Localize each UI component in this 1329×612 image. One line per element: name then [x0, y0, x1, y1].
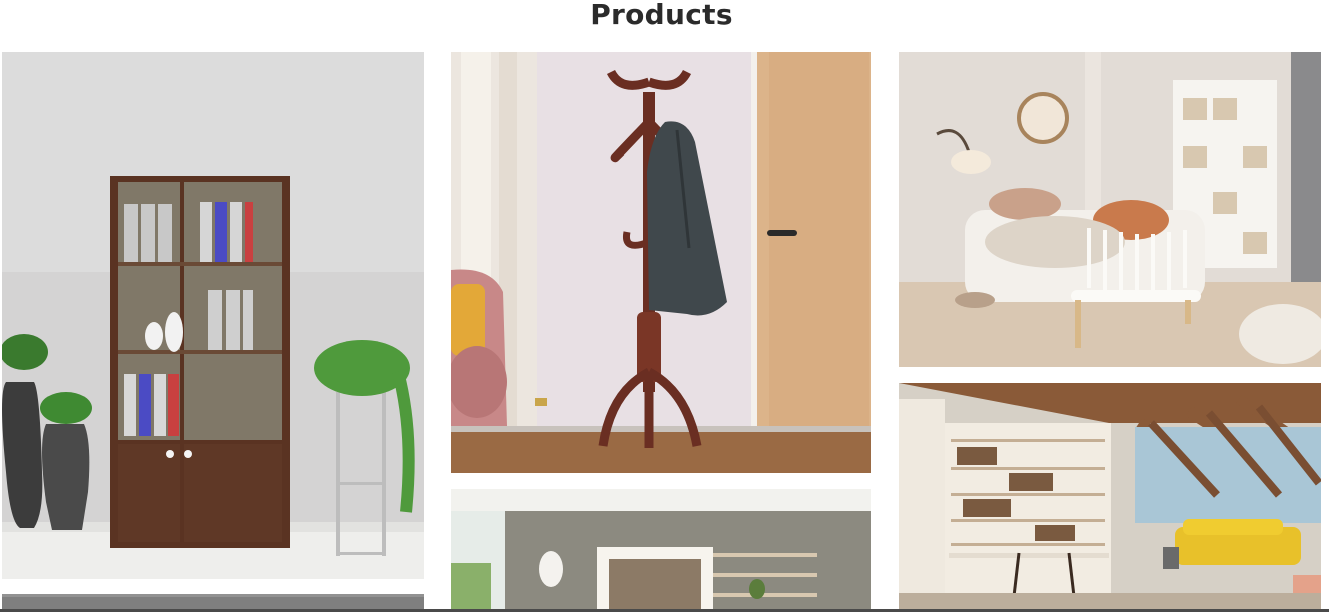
product-card-cabinet[interactable] — [2, 52, 424, 579]
product-card-coat-rack[interactable] — [451, 52, 871, 473]
product-card-study-room[interactable] — [451, 489, 871, 612]
loft-library-image — [899, 383, 1321, 612]
daybed-image — [899, 52, 1321, 367]
product-card-loft-library[interactable] — [899, 383, 1321, 612]
product-card-daybed[interactable] — [899, 52, 1321, 367]
product-gallery — [0, 0, 1329, 612]
coat-rack-image — [451, 52, 871, 473]
study-room-image — [451, 489, 871, 612]
cabinet-image — [2, 52, 424, 579]
